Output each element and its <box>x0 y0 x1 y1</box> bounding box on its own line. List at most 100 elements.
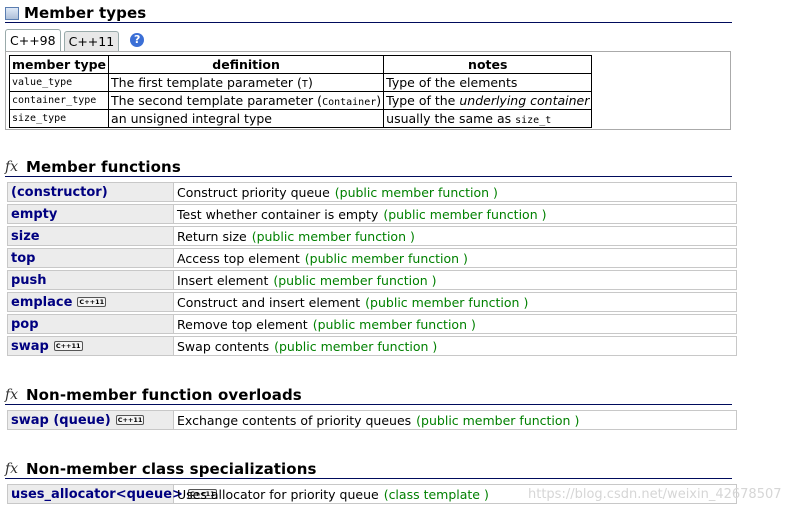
help-icon[interactable]: ? <box>130 33 145 47</box>
member-row: pop Remove top element (public member func… <box>7 314 737 334</box>
member-description-cell: Swap contents (public member function ) <box>174 337 437 355</box>
member-description: Test whether container is empty <box>177 206 379 222</box>
member-name-cell: (constructor) <box>8 183 174 201</box>
member-row: swap (queue) C++11 Exchange contents of pr… <box>7 410 737 430</box>
type-definition: The first template parameter (T) <box>108 73 385 92</box>
watermark: https://blog.csdn.net/weixin_42678507 <box>528 487 782 502</box>
notes-text: usually the same as <box>386 111 516 126</box>
notes-text: Type of the elements <box>386 75 518 90</box>
type-definition: an unsigned integral type <box>108 109 385 128</box>
tab-cpp98[interactable]: C++98 <box>5 29 61 51</box>
member-description: Remove top element <box>177 316 308 332</box>
member-description: Insert element <box>177 272 269 288</box>
tab-cpp11[interactable]: C++11 <box>63 31 120 51</box>
column-header-definition: definition <box>108 55 385 74</box>
member-kind: (public member function ) <box>273 272 437 288</box>
member-kind: (public member function ) <box>304 250 468 266</box>
member-functions-title: Member functions <box>26 158 181 176</box>
member-row: size Return size (public member function ) <box>7 226 737 246</box>
table-row: container_type The second template param… <box>8 91 593 110</box>
member-description: Uses allocator for priority queue <box>177 486 379 502</box>
member-name-cell: push <box>8 271 174 289</box>
notes-code[interactable]: size_t <box>515 115 551 126</box>
member-link[interactable]: (constructor) <box>11 185 108 200</box>
member-description: Construct priority queue <box>177 184 330 200</box>
member-name-cell: swap C++11 <box>8 337 174 355</box>
type-definition: The second template parameter (Container… <box>108 91 385 110</box>
member-description-cell: Return size (public member function ) <box>174 227 415 245</box>
cpp11-badge-icon: C++11 <box>53 341 83 351</box>
member-description: Swap contents <box>177 338 270 354</box>
definition-text: an unsigned integral type <box>111 111 272 126</box>
type-notes: usually the same as size_t <box>383 109 593 128</box>
version-tabs: C++98 C++11 ? <box>5 29 145 51</box>
member-row: empty Test whether container is empty (pub… <box>7 204 737 224</box>
function-icon: fx <box>5 387 19 403</box>
member-name-cell: uses_allocator<queue> C++11 <box>8 485 217 503</box>
table-header-row: member type definition notes <box>8 55 593 74</box>
type-notes: Type of the elements <box>383 73 593 92</box>
type-name[interactable]: container_type <box>8 91 110 110</box>
type-name[interactable]: value_type <box>8 73 110 92</box>
member-link[interactable]: uses_allocator<queue> <box>11 487 183 502</box>
member-description: Construct and insert element <box>177 294 361 310</box>
member-name-cell: top <box>8 249 174 267</box>
member-types-title: Member types <box>24 4 147 22</box>
member-kind: (public member function ) <box>312 316 476 332</box>
function-icon: fx <box>5 159 19 175</box>
member-description-cell: Construct priority queue (public member f… <box>174 183 498 201</box>
member-link[interactable]: size <box>11 229 40 244</box>
member-name-cell: emplace C++11 <box>8 293 174 311</box>
member-row: swap C++11 Swap contents (public member fun… <box>7 336 737 356</box>
member-types-header: Member types <box>5 4 732 23</box>
cpp11-badge-icon: C++11 <box>115 415 145 425</box>
member-link[interactable]: pop <box>11 317 39 332</box>
member-link[interactable]: push <box>11 273 47 288</box>
member-description: Access top element <box>177 250 300 266</box>
member-kind: (public member function ) <box>274 338 438 354</box>
member-kind: (public member function ) <box>251 228 415 244</box>
non-member-specializations-title: Non-member class specializations <box>26 460 317 478</box>
member-kind: (public member function ) <box>416 412 580 428</box>
non-member-overloads-header: fx Non-member function overloads <box>5 386 732 405</box>
member-functions-header: fx Member functions <box>5 158 732 177</box>
column-header-member-type: member type <box>8 55 110 74</box>
member-kind: (public member function ) <box>365 294 529 310</box>
member-description: Return size <box>177 228 247 244</box>
definition-close: ) <box>376 93 382 108</box>
column-header-notes: notes <box>383 55 593 74</box>
non-member-overloads-title: Non-member function overloads <box>26 386 302 404</box>
definition-code: Container <box>322 97 377 108</box>
member-name-cell: swap (queue) C++11 <box>8 411 174 429</box>
member-link[interactable]: swap (queue) <box>11 413 111 428</box>
type-notes: Type of the underlying container <box>383 91 593 110</box>
definition-text: The second template parameter ( <box>111 93 323 108</box>
member-name-cell: size <box>8 227 174 245</box>
definition-close: ) <box>307 75 313 90</box>
notes-text: Type of the <box>386 93 460 108</box>
member-types-panel: member type definition notes value_type … <box>5 51 731 130</box>
member-kind: (class template ) <box>383 486 489 502</box>
member-row: (constructor) Construct priority queue (pu… <box>7 182 737 202</box>
function-icon: fx <box>5 461 19 477</box>
type-name[interactable]: size_type <box>8 109 110 128</box>
table-row: value_type The first template parameter … <box>8 73 593 92</box>
member-description-cell: Construct and insert element (public memb… <box>174 293 528 311</box>
member-description-cell: Uses allocator for priority queue (class … <box>174 485 489 503</box>
member-description: Exchange contents of priority queues <box>177 412 412 428</box>
cpp11-badge-icon: C++11 <box>77 297 107 307</box>
member-kind: (public member function ) <box>334 184 498 200</box>
member-link[interactable]: swap <box>11 339 49 354</box>
member-link[interactable]: emplace <box>11 295 72 310</box>
member-description-cell: Access top element (public member functio… <box>174 249 468 267</box>
member-link[interactable]: top <box>11 251 35 266</box>
member-types-icon <box>5 6 19 20</box>
member-description-cell: Insert element (public member function ) <box>174 271 437 289</box>
member-types-table: member type definition notes value_type … <box>8 55 593 128</box>
member-name-cell: pop <box>8 315 174 333</box>
member-link[interactable]: empty <box>11 207 57 222</box>
table-row: size_type an unsigned integral type usua… <box>8 109 593 128</box>
member-description-cell: Remove top element (public member functio… <box>174 315 476 333</box>
member-description-cell: Test whether container is empty (public m… <box>174 205 546 223</box>
notes-link[interactable]: underlying container <box>459 93 589 108</box>
